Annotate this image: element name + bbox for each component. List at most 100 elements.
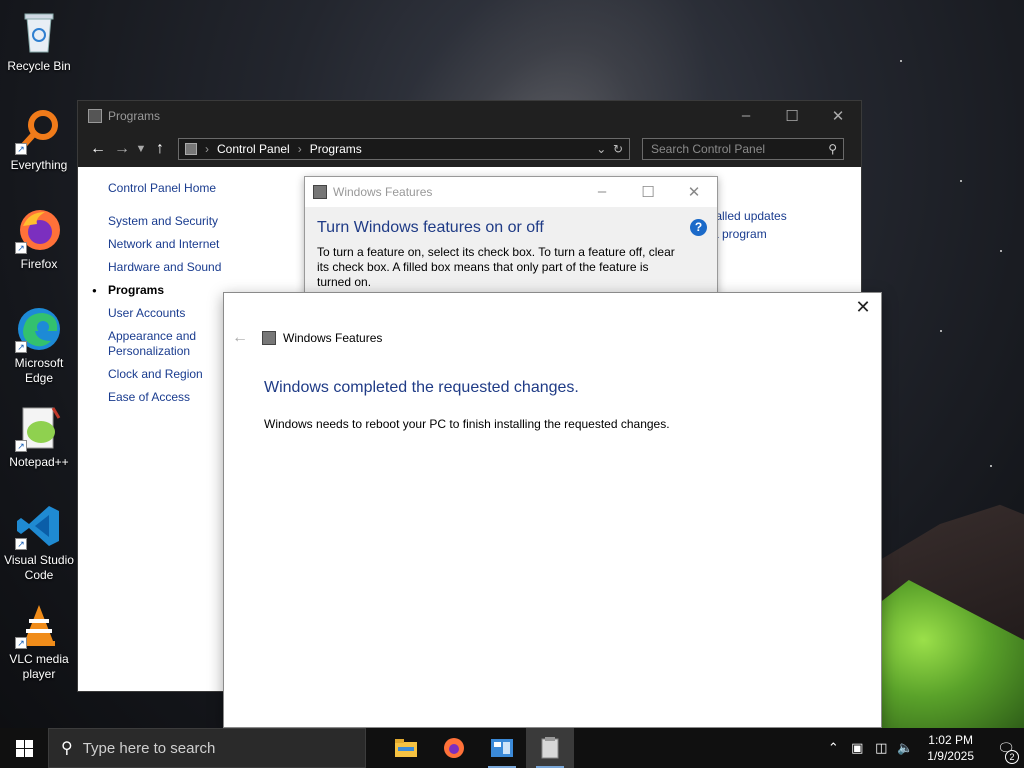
star — [940, 330, 942, 332]
desktop-icon-vscode[interactable]: ↗ Visual Studio Code — [4, 502, 74, 583]
system-tray: ⌃ ▣ ◫ 🔈 1:02 PM 1/9/2025 🗨 2 — [821, 732, 1024, 764]
breadcrumb-separator-icon: › — [205, 142, 209, 156]
breadcrumb-separator-icon: › — [297, 142, 302, 156]
search-placeholder: Search Control Panel — [651, 142, 766, 156]
back-arrow-icon[interactable]: ← — [86, 140, 110, 158]
control-panel-icon — [185, 143, 197, 155]
desktop-icon-notepad-plus-plus[interactable]: ↗ Notepad++ — [4, 404, 74, 470]
desktop-icon-label: Visual Studio Code — [4, 553, 74, 582]
run-program-link[interactable]: a program — [712, 225, 787, 243]
desktop-icon-firefox[interactable]: ↗ Firefox — [4, 206, 74, 272]
file-explorer-icon — [395, 739, 417, 757]
shortcut-arrow-icon: ↗ — [15, 538, 27, 550]
completion-heading: Windows completed the requested changes. — [264, 379, 579, 396]
sidebar-item-system-and-security[interactable]: System and Security — [108, 214, 248, 229]
shortcut-arrow-icon: ↗ — [15, 637, 27, 649]
completion-dialog-header: ← Windows Features — [232, 329, 382, 347]
shortcut-arrow-icon: ↗ — [15, 341, 27, 353]
taskbar-windows-features[interactable] — [526, 728, 574, 768]
search-icon: ⚲ — [61, 740, 73, 757]
shortcut-arrow-icon: ↗ — [15, 143, 27, 155]
clock-time: 1:02 PM — [928, 733, 973, 747]
vscode-icon: ↗ — [15, 502, 63, 550]
sidebar-item-control-panel-home[interactable]: Control Panel Home — [108, 181, 248, 196]
star — [990, 465, 992, 467]
network-icon[interactable]: ◫ — [869, 740, 893, 756]
forward-arrow-icon[interactable]: → — [110, 140, 134, 158]
close-icon[interactable]: ✕ — [853, 297, 873, 318]
everything-search-icon: ↗ — [15, 107, 63, 155]
completion-dialog-title: Windows Features — [283, 331, 383, 345]
address-bar[interactable]: › Control Panel › Programs ⌄ ↻ — [178, 138, 630, 160]
star — [960, 180, 962, 182]
desktop-icon-recycle-bin[interactable]: Recycle Bin — [4, 8, 74, 74]
close-button[interactable]: ✕ — [671, 183, 717, 201]
star — [900, 60, 902, 62]
windows-features-icon — [262, 331, 276, 345]
dialog-title: Windows Features — [333, 185, 433, 199]
features-description: To turn a feature on, select its check b… — [317, 245, 675, 289]
features-heading: Turn Windows features on or off — [317, 219, 544, 236]
programs-task-links: talled updates a program — [712, 207, 787, 243]
maximize-button[interactable]: ☐ — [769, 107, 815, 125]
sidebar-item-network-and-internet[interactable]: Network and Internet — [108, 237, 248, 252]
help-icon[interactable]: ? — [690, 219, 707, 236]
taskbar-control-panel[interactable] — [478, 728, 526, 768]
windows-logo-icon — [15, 739, 33, 757]
windows-features-icon — [541, 737, 559, 759]
control-panel-icon — [491, 739, 513, 757]
desktop-icon-everything[interactable]: ↗ Everything — [4, 107, 74, 173]
taskbar-file-explorer[interactable] — [382, 728, 430, 768]
taskbar: ⚲ Type here to search ⌃ ▣ ◫ 🔈 1:02 PM 1/… — [0, 728, 1024, 768]
notepad-plus-plus-icon: ↗ — [15, 404, 63, 452]
close-button[interactable]: ✕ — [815, 107, 861, 125]
edge-icon: ↗ — [15, 305, 63, 353]
desktop-icon-label: Recycle Bin — [7, 59, 71, 73]
firefox-icon — [444, 738, 464, 758]
desktop-icon-edge[interactable]: ↗ Microsoft Edge — [4, 305, 74, 386]
show-hidden-icons-chevron-icon[interactable]: ⌃ — [821, 740, 845, 756]
taskbar-firefox[interactable] — [430, 728, 478, 768]
desktop-icon-label: VLC media player — [9, 652, 69, 681]
shortcut-arrow-icon: ↗ — [15, 440, 27, 452]
desktop-icon-label: Everything — [10, 158, 68, 172]
security-icon[interactable]: ▣ — [845, 740, 869, 756]
desktop-icon-label: Firefox — [20, 257, 58, 271]
desktop-icon-label: Microsoft Edge — [14, 356, 64, 385]
taskbar-search-box[interactable]: ⚲ Type here to search — [48, 728, 366, 768]
minimize-button[interactable]: – — [723, 107, 769, 125]
breadcrumb-programs[interactable]: Programs — [310, 142, 362, 156]
volume-muted-icon[interactable]: 🔈 — [893, 740, 917, 756]
control-panel-icon — [88, 109, 102, 123]
shortcut-arrow-icon: ↗ — [15, 242, 27, 254]
desktop-icon-vlc[interactable]: ↗ VLC media player — [4, 601, 74, 682]
sidebar-item-hardware-and-sound[interactable]: Hardware and Sound — [108, 260, 248, 275]
notification-count-badge: 2 — [1005, 749, 1019, 764]
recycle-bin-icon — [15, 8, 63, 56]
desktop-icon-label: Notepad++ — [9, 455, 69, 469]
recent-locations-chevron-icon[interactable]: ▼ — [134, 143, 148, 155]
address-dropdown-chevron-icon[interactable]: ⌄ ↻ — [596, 142, 629, 156]
clock[interactable]: 1:02 PM 1/9/2025 — [927, 732, 974, 764]
back-arrow-icon[interactable]: ← — [232, 329, 248, 347]
notification-center-button[interactable]: 🗨 2 — [988, 740, 1024, 764]
windows-features-icon — [313, 185, 327, 199]
minimize-button[interactable]: – — [579, 183, 625, 201]
start-button[interactable] — [0, 728, 48, 768]
window-title: Programs — [108, 109, 161, 123]
star — [1000, 250, 1002, 252]
up-arrow-icon[interactable]: ↑ — [148, 140, 172, 158]
search-input[interactable]: Search Control Panel ⚲ — [642, 138, 844, 160]
view-installed-updates-link[interactable]: talled updates — [712, 207, 787, 225]
maximize-button[interactable]: ☐ — [625, 183, 671, 201]
taskbar-apps — [382, 728, 574, 768]
clock-date: 1/9/2025 — [927, 749, 974, 763]
taskbar-search-placeholder: Type here to search — [82, 739, 216, 757]
completion-dialog: ✕ ← Windows Features Windows completed t… — [223, 292, 882, 728]
windows-features-titlebar[interactable]: Windows Features – ☐ ✕ — [305, 177, 717, 207]
control-panel-titlebar[interactable]: Programs – ☐ ✕ — [78, 101, 861, 131]
firefox-icon: ↗ — [15, 206, 63, 254]
breadcrumb-control-panel[interactable]: Control Panel — [217, 142, 290, 156]
search-icon[interactable]: ⚲ — [828, 142, 843, 156]
vlc-icon: ↗ — [15, 601, 63, 649]
